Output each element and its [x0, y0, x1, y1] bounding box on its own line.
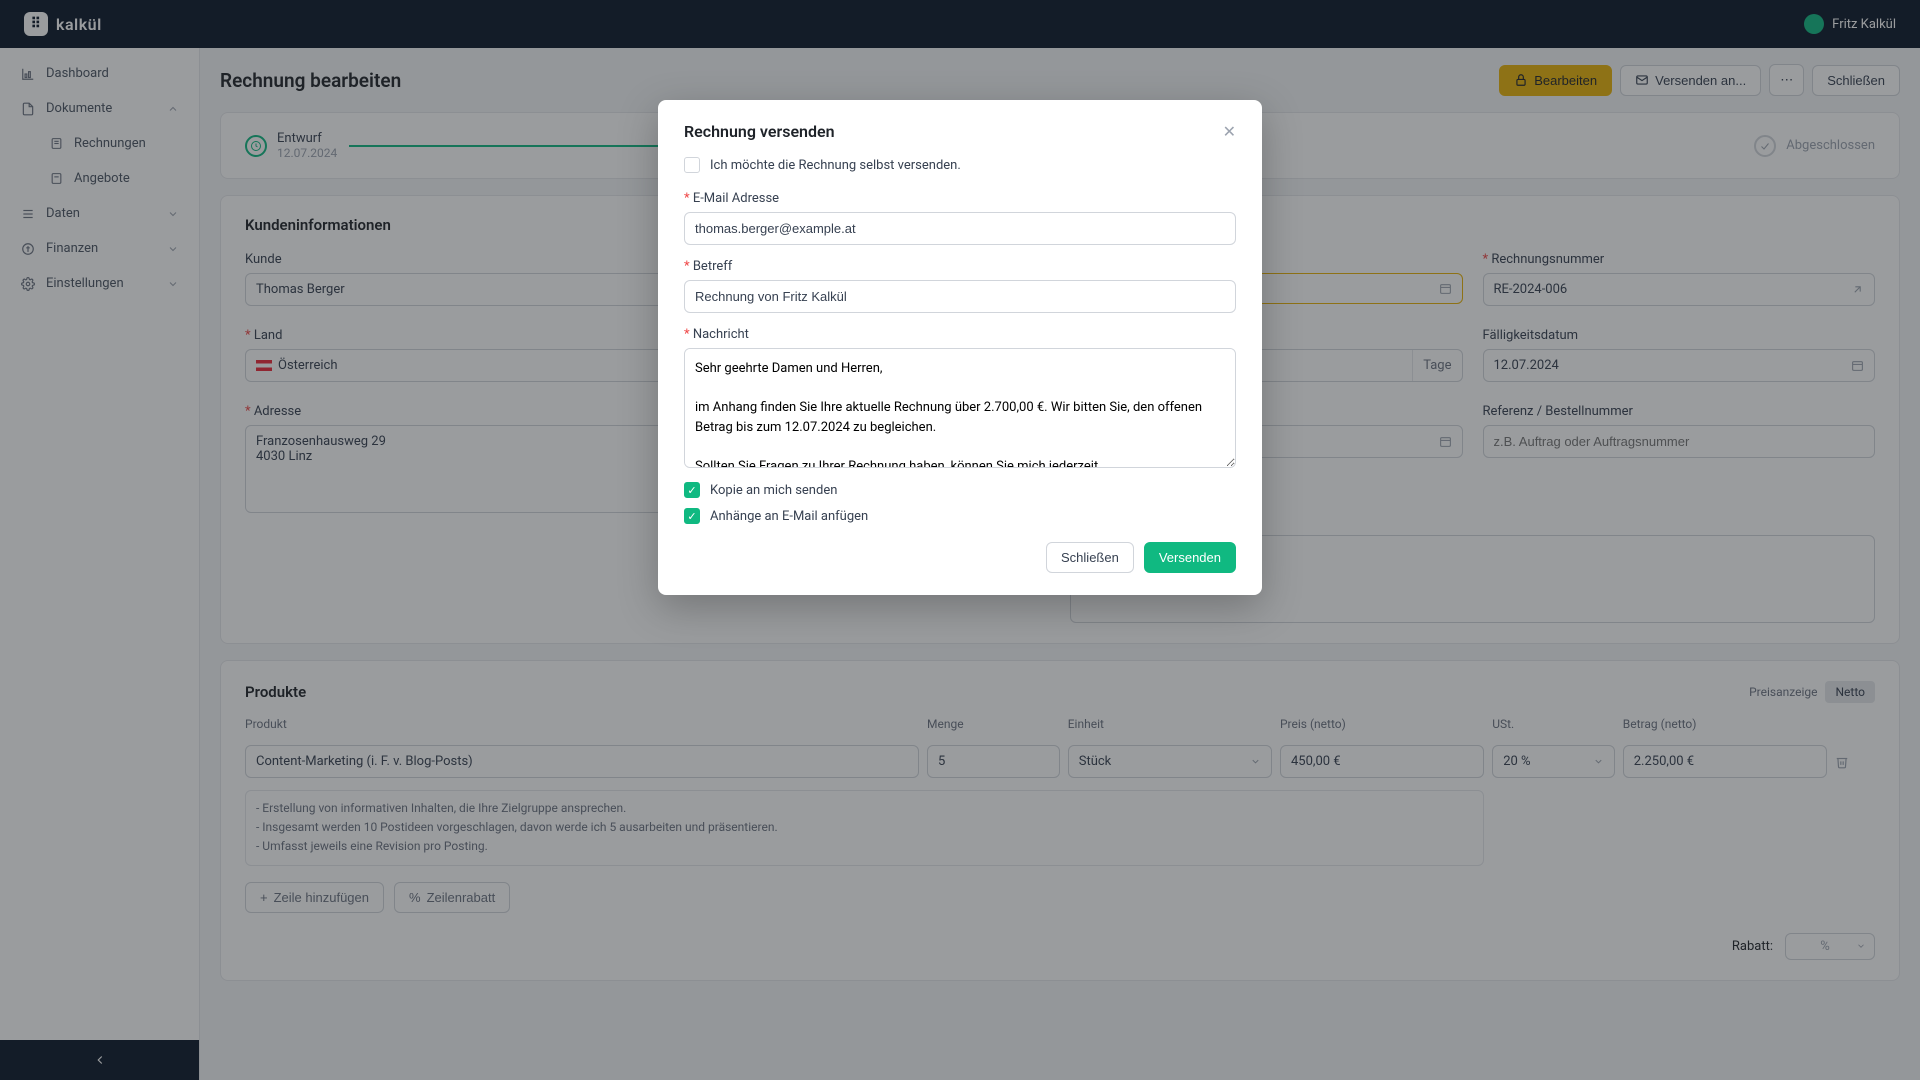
modal-title: Rechnung versenden [684, 122, 835, 141]
checkbox-label: Kopie an mich senden [710, 483, 837, 498]
checkbox-kopie[interactable]: ✓ [684, 482, 700, 498]
modal-overlay[interactable]: Rechnung versenden ✕ Ich möchte die Rech… [0, 0, 1920, 1080]
checkbox-label: Anhänge an E-Mail anfügen [710, 509, 868, 524]
input-email[interactable] [684, 212, 1236, 245]
label-email: E-Mail Adresse [684, 191, 1236, 206]
checkbox-label: Ich möchte die Rechnung selbst versenden… [710, 158, 961, 173]
label-nachricht: Nachricht [684, 327, 1236, 342]
label-betreff: Betreff [684, 259, 1236, 274]
checkbox-self-send[interactable] [684, 157, 700, 173]
modal-close-button-2[interactable]: Schließen [1046, 542, 1134, 573]
send-invoice-modal: Rechnung versenden ✕ Ich möchte die Rech… [658, 100, 1262, 595]
textarea-nachricht[interactable] [684, 348, 1236, 468]
checkbox-anhaenge[interactable]: ✓ [684, 508, 700, 524]
input-betreff[interactable] [684, 280, 1236, 313]
close-icon: ✕ [1223, 122, 1236, 141]
modal-send-button[interactable]: Versenden [1144, 542, 1236, 573]
modal-close-button[interactable]: ✕ [1223, 122, 1236, 141]
